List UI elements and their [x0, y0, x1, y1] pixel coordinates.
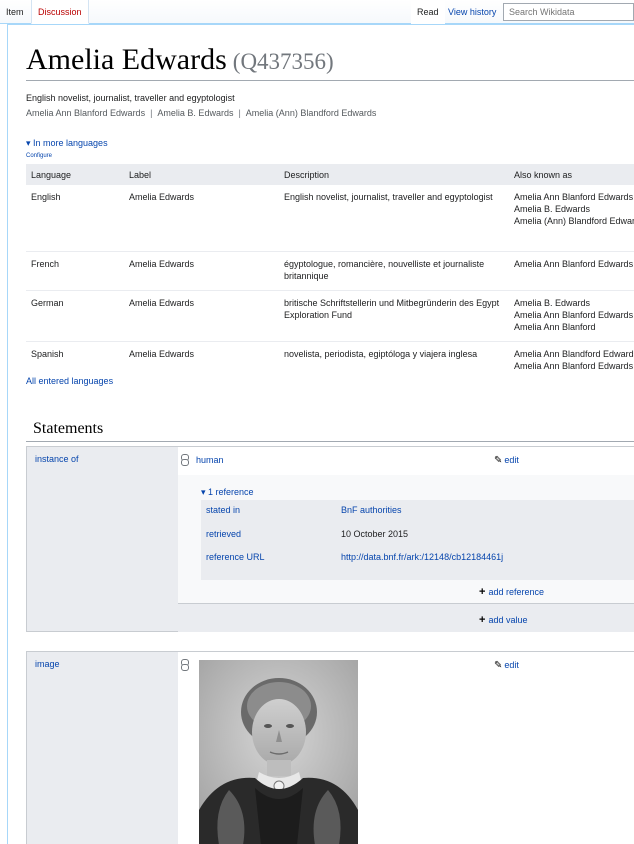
statement-values: ✎ edit: [178, 652, 634, 844]
entity-label: Amelia Edwards: [26, 43, 227, 76]
column-header: Language: [26, 164, 124, 185]
pencil-icon: ✎: [494, 660, 503, 671]
statements-divider: [26, 441, 634, 442]
tab-bar: Item Discussion Read View history: [0, 0, 634, 24]
search-input[interactable]: [503, 3, 634, 21]
alias: Amelia Ann Blanford Edwards: [26, 108, 146, 118]
languages-table: Language Label Description Also known as…: [26, 164, 634, 380]
add-value-bar: [178, 603, 634, 632]
reference-property[interactable]: retrieved: [206, 529, 241, 539]
title-divider: [26, 80, 634, 81]
entity-description: English novelist, journalist, traveller …: [26, 93, 235, 103]
tab-read[interactable]: Read: [411, 0, 445, 24]
cell-description: égyptologue, romancière, nouvelliste et …: [279, 251, 509, 291]
cell-label: Amelia Edwards: [124, 185, 279, 252]
tab-view-history[interactable]: View history: [442, 0, 502, 24]
add-value-button[interactable]: + add value: [479, 614, 527, 626]
cell-label: Amelia Edwards: [124, 290, 279, 342]
property-link[interactable]: instance of: [35, 454, 79, 464]
cell-aka: Amelia Ann Blanford Edwards: [509, 251, 634, 291]
property-label: image: [27, 652, 178, 844]
tab-discussion[interactable]: Discussion: [31, 0, 89, 24]
reference-url[interactable]: http://data.bnf.fr/ark:/12148/cb12184461…: [341, 552, 511, 562]
table-row: Spanish Amelia Edwards novelista, period…: [26, 341, 634, 380]
cell-label: Amelia Edwards: [124, 251, 279, 291]
cell-aka: Amelia B. Edwards Amelia Ann Blanford Edw…: [509, 290, 634, 342]
in-more-languages-toggle[interactable]: ▾ In more languages: [26, 138, 108, 149]
cell-description: britische Schriftstellerin und Mitbegrün…: [279, 290, 509, 342]
references-section: ▾ 1 reference stated in BnF authorities …: [178, 475, 634, 603]
alias: Amelia (Ann) Blandford Edwards: [245, 108, 377, 118]
cell-label: Amelia Edwards: [129, 348, 195, 359]
cell-language: German: [26, 290, 124, 342]
portrait-image[interactable]: [199, 660, 358, 844]
statement-group-image: image ✎ edit: [26, 651, 634, 844]
rank-normal-icon[interactable]: [181, 659, 189, 671]
table-row: German Amelia Edwards britische Schrifts…: [26, 290, 634, 342]
column-header: Description: [279, 164, 509, 185]
column-header: Also known as: [509, 164, 634, 185]
cell-description: novelista, periodista, egiptóloga y viaj…: [284, 348, 478, 359]
plus-icon: +: [479, 614, 486, 626]
references-toggle[interactable]: ▾ 1 reference: [201, 487, 254, 498]
cell-language: Spanish: [31, 348, 64, 359]
cell-aka: Amelia Ann Blandford Edwards Amelia Ann B…: [514, 348, 634, 371]
cell-description: English novelist, journalist, traveller …: [279, 185, 509, 252]
statements-heading: Statements: [33, 420, 104, 437]
portrait-photo: [199, 660, 358, 844]
tab-item[interactable]: Item: [0, 0, 30, 24]
entity-aliases: Amelia Ann Blanford Edwards | Amelia B. Ed…: [26, 108, 377, 118]
reference-value: 10 October 2015: [341, 529, 409, 539]
configure-link[interactable]: Configure: [26, 153, 52, 159]
rank-normal-icon[interactable]: [181, 454, 189, 466]
reference-value[interactable]: BnF authorities: [341, 505, 511, 515]
table-header-row: Language Label Description Also known as: [26, 164, 634, 185]
property-label: instance of: [27, 447, 178, 631]
reference-property[interactable]: stated in: [206, 505, 240, 515]
reference-box: stated in BnF authorities retrieved 10 O…: [201, 500, 634, 580]
statement-group-instance-of: instance of human ✎ edit ▾ 1 reference st…: [26, 446, 634, 632]
value-link[interactable]: human: [196, 455, 224, 465]
table-row: English Amelia Edwards English novelist,…: [26, 185, 634, 252]
entity-id: (Q437356): [232, 49, 334, 74]
statement-values: human ✎ edit ▾ 1 reference stated in BnF …: [178, 447, 634, 632]
column-header: Label: [124, 164, 279, 185]
pencil-icon: ✎: [494, 455, 503, 466]
plus-icon: +: [479, 586, 486, 598]
add-reference-button[interactable]: + add reference: [479, 586, 544, 598]
cell-language: English: [26, 185, 124, 252]
page-title: Amelia Edwards (Q437356): [26, 43, 334, 77]
edit-button[interactable]: ✎ edit: [494, 455, 519, 466]
property-link[interactable]: image: [35, 659, 60, 669]
alias: Amelia B. Edwards: [157, 108, 234, 118]
edit-button[interactable]: ✎ edit: [494, 660, 519, 671]
reference-property[interactable]: reference URL: [206, 552, 265, 562]
all-entered-languages-link[interactable]: All entered languages: [26, 376, 113, 386]
cell-aka: Amelia Ann Blanford Edwards Amelia B. Edw…: [509, 185, 634, 252]
table-row: French Amelia Edwards égyptologue, roman…: [26, 251, 634, 291]
cell-language: French: [26, 251, 124, 291]
